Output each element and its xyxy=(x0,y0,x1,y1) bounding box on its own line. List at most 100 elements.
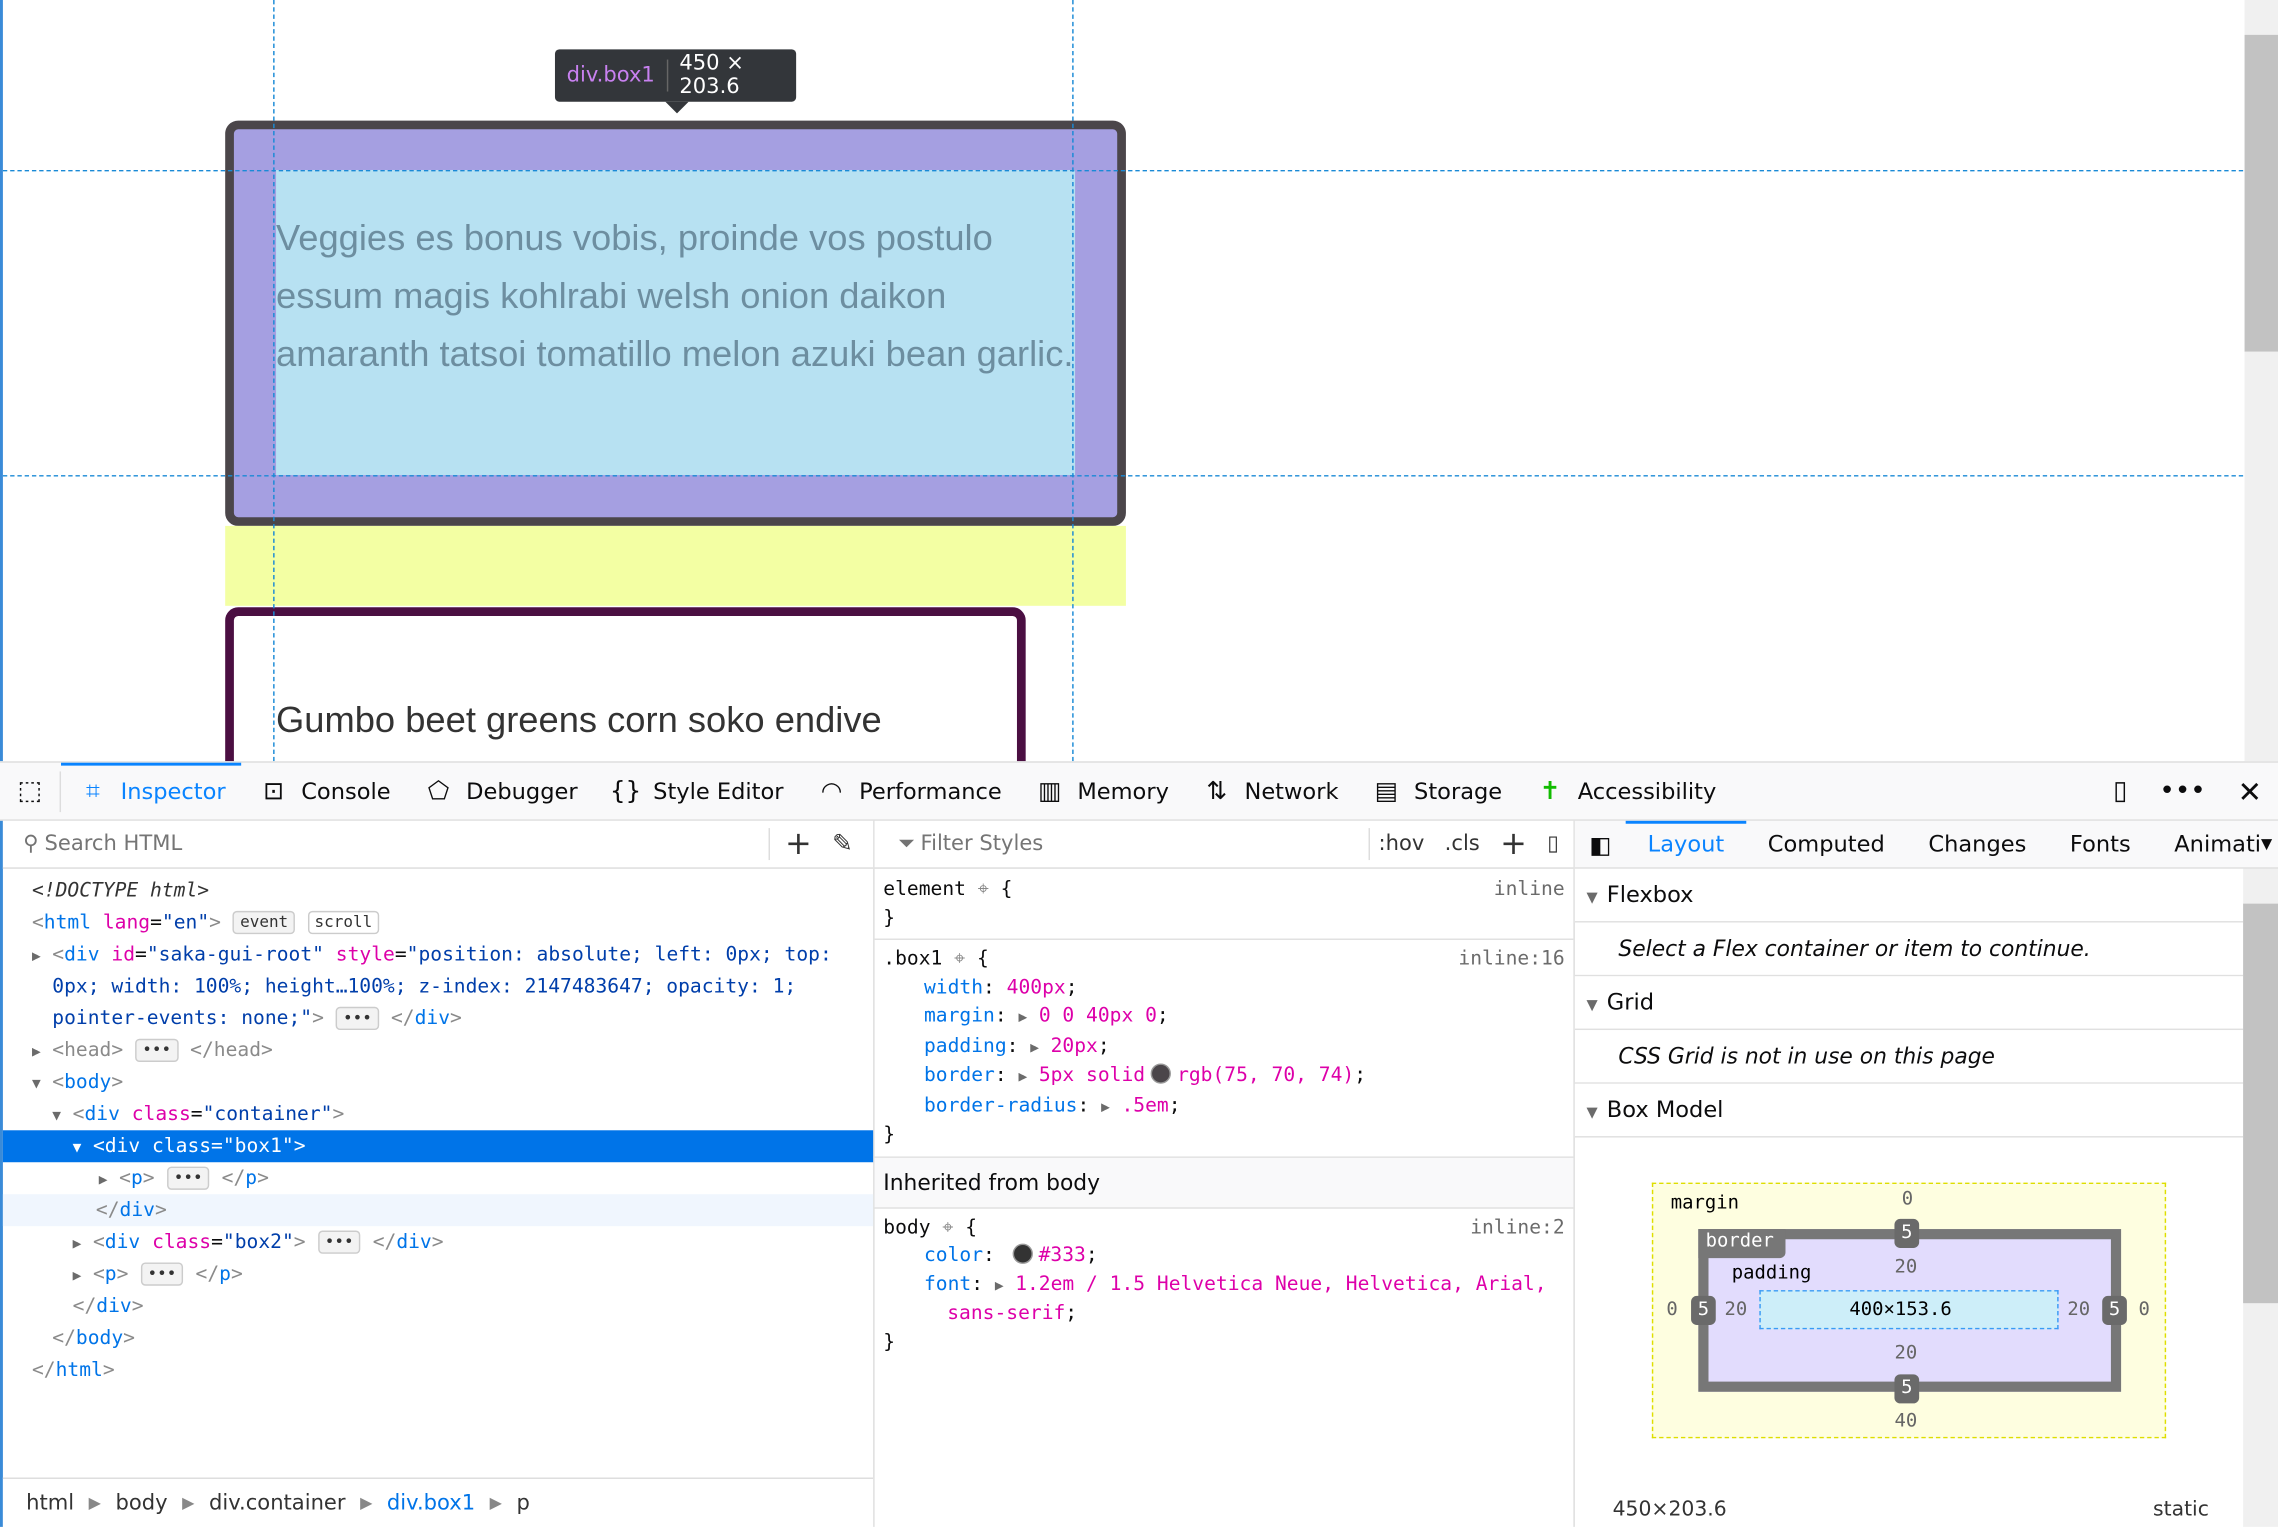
html-node[interactable]: <html lang="en"> event scroll xyxy=(3,907,873,939)
cls-toggle[interactable]: .cls xyxy=(1445,832,1480,855)
decl-font[interactable]: font: ▶ 1.2em / 1.5 Helvetica Neue, Helve… xyxy=(883,1270,1564,1300)
tab-computed[interactable]: Computed xyxy=(1746,820,1907,868)
scroll-badge[interactable]: scroll xyxy=(307,910,380,935)
tab-console[interactable]: ⊡ Console xyxy=(242,762,407,820)
tab-storage[interactable]: ▤ Storage xyxy=(1354,762,1518,820)
body-rule: body ⌖ {inline:2 color: #333; font: ▶ 1.2… xyxy=(883,1214,1565,1354)
collapsed-badge[interactable]: ••• xyxy=(335,1006,380,1031)
guide-line xyxy=(2,475,2244,477)
collapse-arrow-icon[interactable]: ▼ xyxy=(32,1069,52,1101)
padding-left[interactable]: 20 xyxy=(1724,1299,1747,1321)
box1-node-selected[interactable]: ▼ <div class="box1"> xyxy=(2,1130,874,1163)
tab-debugger[interactable]: ⬠ Debugger xyxy=(407,762,594,820)
tab-inspector[interactable]: ⌗ Inspector xyxy=(61,761,243,820)
close-devtools-button[interactable]: ✕ xyxy=(2222,762,2278,820)
page-scrollbar[interactable] xyxy=(2244,0,2278,762)
search-icon: ⚲ xyxy=(23,832,39,856)
expand-arrow-icon[interactable]: ▶ xyxy=(32,1037,52,1069)
scrollbar-thumb[interactable] xyxy=(2243,903,2278,1304)
node-target-icon[interactable]: ⌖ xyxy=(978,877,989,900)
breadcrumb-container[interactable]: div.container xyxy=(209,1491,346,1514)
event-badge[interactable]: event xyxy=(232,910,296,935)
tab-layout[interactable]: Layout xyxy=(1625,820,1746,868)
node-target-icon[interactable]: ⌖ xyxy=(954,947,965,970)
box1-close-tag[interactable]: </div> xyxy=(2,1194,874,1227)
color-swatch[interactable] xyxy=(1150,1063,1172,1084)
expand-arrow-icon[interactable]: ▶ xyxy=(32,941,52,973)
padding-bottom[interactable]: 20 xyxy=(1894,1342,1917,1364)
scrollbar-thumb[interactable] xyxy=(2244,34,2278,352)
tab-style-editor[interactable]: {} Style Editor xyxy=(594,762,800,820)
devtools-toolbar: ⬚ ⌗ Inspector ⊡ Console ⬠ Debugger {} Style … xyxy=(0,761,2278,821)
inspector-icon: ⌗ xyxy=(86,776,100,806)
box2-node[interactable]: ▶ <div class="box2"> ••• </div> xyxy=(3,1226,873,1258)
decl-border[interactable]: border: ▶ 5px solid rgb(75, 70, 74); xyxy=(883,1062,1564,1092)
tab-changes[interactable]: Changes xyxy=(1907,820,2049,868)
decl-color[interactable]: color: #333; xyxy=(883,1242,1564,1270)
margin-top[interactable]: 0 xyxy=(1902,1188,1913,1210)
padding-top[interactable]: 20 xyxy=(1894,1257,1917,1279)
decl-padding[interactable]: padding: ▶ 20px; xyxy=(883,1032,1564,1062)
element-tooltip: div.box1 450 × 203.6 xyxy=(554,49,797,114)
style-attr-continued: 0px; width: 100%; height…100%; z-index: … xyxy=(52,974,797,999)
rule-source[interactable]: inline xyxy=(1494,875,1565,904)
breadcrumb-body[interactable]: body xyxy=(115,1491,167,1514)
boxmodel-section-header[interactable]: ▼ Box Model xyxy=(1574,1083,2244,1138)
toggle-sidebar-icon[interactable]: ◧ xyxy=(1575,830,1626,858)
rule-source[interactable]: inline:2 xyxy=(1470,1214,1564,1242)
add-node-button[interactable]: + xyxy=(785,826,812,862)
border-left[interactable]: 5 xyxy=(1691,1295,1716,1325)
tab-fonts[interactable]: Fonts xyxy=(2048,820,2152,868)
rule-source[interactable]: inline:16 xyxy=(1458,946,1564,974)
responsive-mode-button[interactable]: ▯ xyxy=(2097,762,2143,820)
content-size[interactable]: 400×153.6 xyxy=(1849,1299,1951,1321)
padding-right[interactable]: 20 xyxy=(2067,1299,2090,1321)
container-node[interactable]: ▼ <div class="container"> xyxy=(3,1098,873,1130)
tab-network[interactable]: ⇅ Network xyxy=(1185,762,1355,820)
tab-label: Debugger xyxy=(466,777,578,805)
breadcrumb-box1[interactable]: div.box1 xyxy=(387,1491,475,1514)
tab-performance[interactable]: ◠ Performance xyxy=(800,762,1018,820)
tab-label: Performance xyxy=(859,777,1002,805)
more-options-button[interactable]: ••• xyxy=(2143,762,2221,820)
sidebar-tabs: ◧ Layout Computed Changes Fonts Animati … xyxy=(1574,820,2278,869)
sidebar-scrollbar[interactable] xyxy=(2243,868,2278,1527)
console-icon: ⊡ xyxy=(263,776,284,806)
search-html-input[interactable] xyxy=(44,832,755,856)
print-sim-icon[interactable]: ▯ xyxy=(1547,832,1559,855)
breadcrumb-p[interactable]: p xyxy=(517,1491,530,1514)
grid-section-header[interactable]: ▼ Grid xyxy=(1574,976,2244,1031)
border-right[interactable]: 5 xyxy=(2102,1295,2127,1325)
decl-margin[interactable]: margin: ▶ 0 0 40px 0; xyxy=(883,1002,1564,1032)
decl-border-radius[interactable]: border-radius: ▶ .5em; xyxy=(883,1092,1564,1122)
border-top[interactable]: 5 xyxy=(1894,1218,1920,1248)
border-bottom[interactable]: 5 xyxy=(1894,1374,1920,1404)
margin-highlight xyxy=(225,525,1126,606)
tab-label: Memory xyxy=(1077,777,1169,805)
saka-root-node[interactable]: ▶ <div id="saka-gui-root" style="position… xyxy=(3,939,873,971)
tab-accessibility[interactable]: ✝ Accessibility xyxy=(1518,762,1732,820)
margin-right[interactable]: 0 xyxy=(2139,1299,2150,1321)
rule-selector: element xyxy=(883,877,966,901)
eyedropper-icon[interactable]: ✎ xyxy=(832,830,853,859)
breadcrumb-html[interactable]: html xyxy=(26,1491,74,1514)
margin-left[interactable]: 0 xyxy=(1666,1299,1677,1321)
decl-width[interactable]: width: 400px; xyxy=(883,974,1564,1002)
color-swatch[interactable] xyxy=(1012,1243,1033,1264)
hov-toggle[interactable]: :hov xyxy=(1379,832,1425,855)
tab-animations[interactable]: Animati xyxy=(2152,820,2261,868)
p-node[interactable]: ▶ <p> ••• </p> xyxy=(3,1258,873,1290)
margin-bottom[interactable]: 40 xyxy=(1894,1411,1917,1433)
tabs-overflow-icon[interactable]: ▼ xyxy=(2261,836,2272,852)
body-node[interactable]: ▼ <body> xyxy=(3,1066,873,1098)
tab-memory[interactable]: ▥ Memory xyxy=(1018,762,1185,820)
flexbox-section-header[interactable]: ▼ Flexbox xyxy=(1574,868,2244,923)
p-node[interactable]: ▶ <p> ••• </p> xyxy=(3,1162,873,1194)
node-target-icon[interactable]: ⌖ xyxy=(942,1215,953,1238)
filter-styles-input[interactable] xyxy=(920,832,1369,856)
add-rule-button[interactable]: + xyxy=(1500,826,1527,862)
box2-text: Gumbo beet greens corn soko endive xyxy=(276,700,882,741)
element-picker-button[interactable]: ⬚ xyxy=(0,770,62,812)
head-node[interactable]: ▶ <head> ••• </head> xyxy=(3,1034,873,1066)
breadcrumb: html ▶ body ▶ div.container ▶ div.box1 ▶ p xyxy=(2,1477,874,1527)
